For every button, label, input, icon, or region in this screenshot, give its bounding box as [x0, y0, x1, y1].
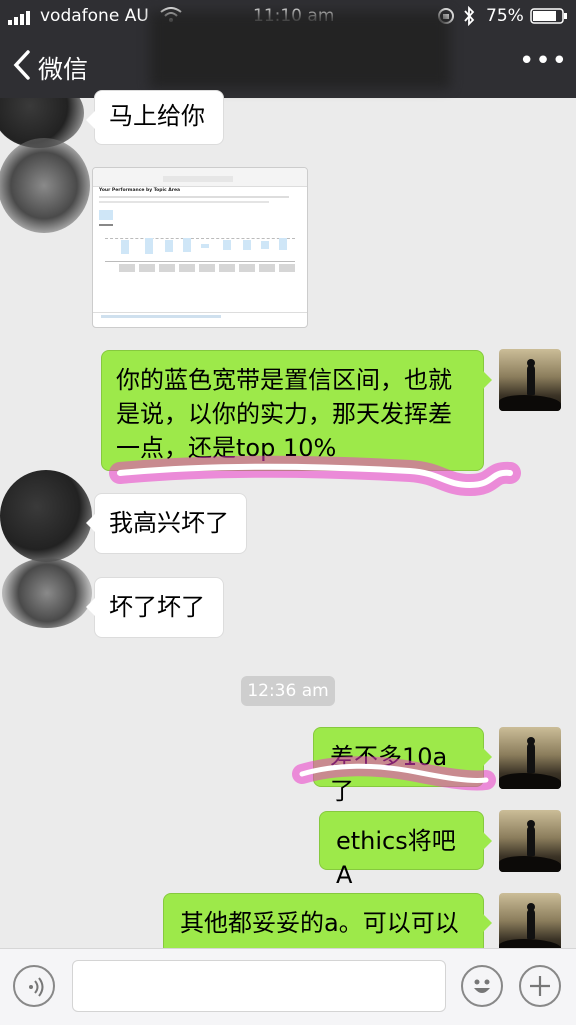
image-labels	[119, 264, 297, 272]
image-chart-bar	[121, 240, 129, 254]
image-subbar	[163, 176, 233, 182]
message-text: 马上给你	[109, 102, 205, 130]
emoji-button[interactable]	[461, 965, 503, 1007]
self-avatar[interactable]	[499, 893, 561, 955]
avatar-redacted	[0, 138, 90, 233]
image-key-box	[99, 210, 113, 220]
message-text: 其他都妥妥的a。可以可以	[180, 909, 459, 937]
avatar-figure	[527, 365, 535, 395]
image-key-line	[99, 224, 113, 226]
plus-icon	[528, 974, 552, 1002]
chevron-left-icon	[12, 50, 32, 84]
message-text: 坏了坏了	[109, 593, 205, 621]
chat-title-redaction	[150, 12, 450, 88]
carrier-label: vodafone AU	[40, 6, 149, 26]
message-text: 我高兴坏了	[109, 509, 229, 537]
image-message[interactable]: Your Performance by Topic Area	[92, 167, 308, 328]
avatar-redacted	[0, 470, 92, 562]
image-chart-bar	[243, 240, 251, 250]
image-chart-bar	[279, 238, 287, 250]
image-footer-text	[101, 315, 221, 318]
nav-bar: 微信 •••	[0, 12, 576, 98]
message-bubble[interactable]: 其他都妥妥的a。可以可以	[163, 893, 492, 955]
image-footer-line	[93, 312, 307, 313]
more-button[interactable]	[519, 965, 561, 1007]
message-bubble[interactable]: 我高兴坏了	[86, 493, 247, 554]
image-line	[99, 196, 289, 198]
message-text: 你的蓝色宽带是置信区间，也就是说，以你的实力，那天发挥差一点，还是top 10%	[116, 366, 452, 462]
bluetooth-icon	[463, 5, 475, 31]
avatar-figure	[527, 743, 535, 773]
avatar-figure	[527, 826, 535, 856]
smiley-icon	[468, 972, 496, 1004]
image-chart-bar	[261, 241, 269, 249]
battery-icon	[530, 8, 568, 29]
timestamp-pill: 12:36 am	[241, 676, 335, 706]
message-bubble[interactable]: 马上给你	[86, 90, 224, 145]
self-avatar[interactable]	[499, 810, 561, 872]
self-avatar[interactable]	[499, 727, 561, 789]
avatar-figure	[527, 909, 535, 939]
image-chart-bar	[145, 238, 153, 254]
image-chart-bar	[183, 238, 191, 252]
signal-icon	[8, 10, 34, 25]
message-bubble[interactable]: ethics将吧A	[319, 811, 492, 889]
avatar-rock	[499, 395, 561, 411]
pink-highlight-squiggle	[292, 756, 496, 791]
avatar-rock	[499, 773, 561, 789]
image-chart-bar	[223, 240, 231, 250]
image-line	[99, 201, 269, 203]
message-bubble[interactable]: 你的蓝色宽带是置信区间，也就是说，以你的实力，那天发挥差一点，还是top 10%	[101, 350, 492, 471]
message-bubble[interactable]: 坏了坏了	[86, 577, 224, 638]
image-caption: Your Performance by Topic Area	[99, 188, 181, 193]
voice-icon	[23, 975, 47, 1003]
avatar-redacted	[2, 558, 92, 628]
back-label: 微信	[38, 55, 89, 84]
more-options-button[interactable]: •••	[519, 46, 568, 76]
image-chart-bar	[201, 244, 209, 248]
avatar-rock	[499, 856, 561, 872]
voice-button[interactable]	[13, 965, 55, 1007]
image-chart-bar	[165, 240, 173, 252]
input-bar	[0, 948, 576, 1025]
self-avatar[interactable]	[499, 349, 561, 411]
battery-percent: 75%	[486, 6, 524, 26]
message-input[interactable]	[72, 960, 446, 1012]
